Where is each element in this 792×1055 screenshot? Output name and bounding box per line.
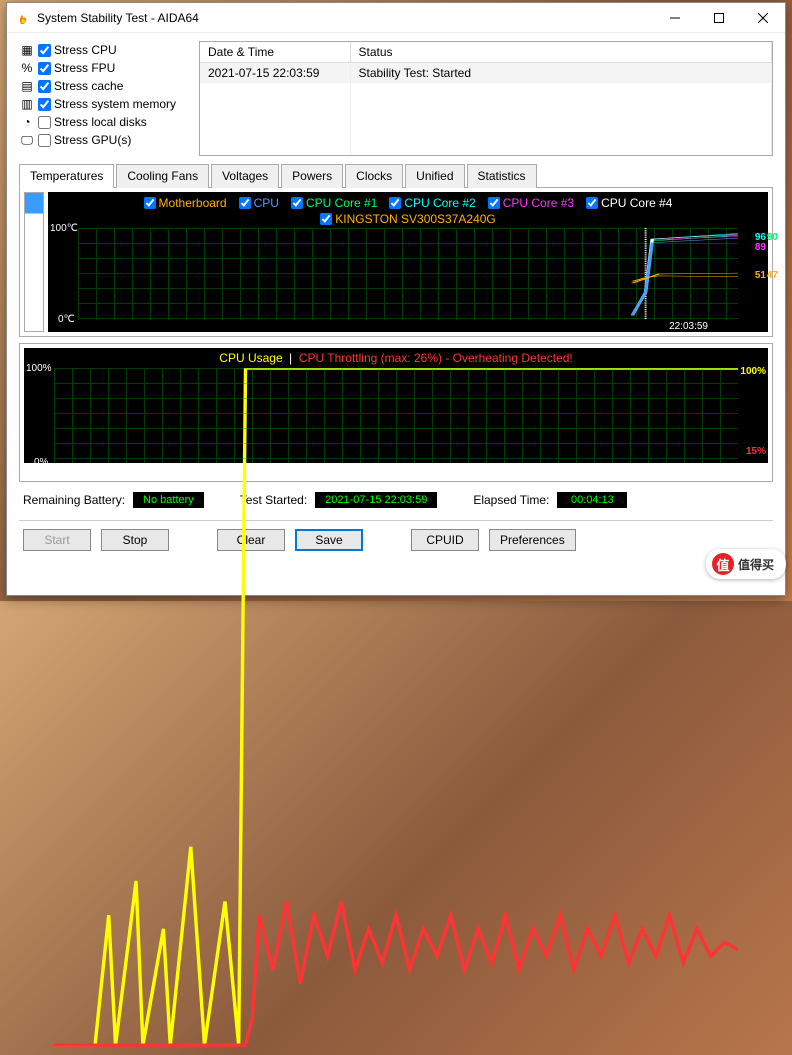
cpu-usage-label: CPU Usage — [219, 351, 282, 365]
stress-option-5[interactable]: 🖵 Stress GPU(s) — [19, 131, 189, 149]
stress-checkbox[interactable] — [38, 62, 51, 75]
usage-chart-panel: CPU Usage | CPU Throttling (max: 26%) - … — [19, 343, 773, 482]
time-marker: 22:03:59 — [669, 321, 708, 332]
usage-plot — [54, 368, 738, 1052]
watermark: 值 值得买 — [706, 549, 786, 579]
legend-item[interactable]: CPU Core #1 — [291, 196, 377, 210]
legend-checkbox[interactable] — [488, 197, 500, 209]
watermark-text: 值得买 — [738, 556, 774, 573]
legend-checkbox[interactable] — [144, 197, 156, 209]
legend-label: CPU — [254, 196, 279, 210]
app-window: System Stability Test - AIDA64 ▦ Stress C… — [6, 2, 786, 596]
tab-unified[interactable]: Unified — [405, 164, 464, 188]
stress-option-2[interactable]: ▤ Stress cache — [19, 77, 189, 95]
tab-powers[interactable]: Powers — [281, 164, 343, 188]
legend-item[interactable]: CPU Core #3 — [488, 196, 574, 210]
log-header-datetime[interactable]: Date & Time — [200, 42, 350, 63]
legend-label: CPU Core #2 — [404, 196, 475, 210]
stress-icon: % — [19, 60, 35, 76]
stress-option-3[interactable]: ▥ Stress system memory — [19, 95, 189, 113]
stress-label: Stress GPU(s) — [54, 133, 131, 147]
app-icon — [15, 10, 31, 26]
temperature-chart: Motherboard CPU CPU Core #1 CPU Core #2 CPU … — [48, 192, 768, 332]
readout-value: 89 — [755, 242, 766, 253]
tab-clocks[interactable]: Clocks — [345, 164, 403, 188]
legend-label: CPU Core #1 — [306, 196, 377, 210]
tab-statistics[interactable]: Statistics — [467, 164, 537, 188]
y-axis-bottom: 0℃ — [58, 314, 75, 325]
stress-option-1[interactable]: % Stress FPU — [19, 59, 189, 77]
legend-checkbox[interactable] — [291, 197, 303, 209]
stress-option-4[interactable]: ◔ Stress local disks — [19, 113, 189, 131]
temp-legend: Motherboard CPU CPU Core #1 CPU Core #2 CPU … — [48, 192, 768, 212]
tab-bar: TemperaturesCooling FansVoltagesPowersCl… — [19, 164, 773, 188]
stress-label: Stress local disks — [54, 115, 147, 129]
legend-checkbox[interactable] — [320, 213, 332, 225]
sensor-selector[interactable] — [24, 192, 44, 332]
legend-checkbox[interactable] — [239, 197, 251, 209]
stress-icon: ▥ — [19, 96, 35, 112]
close-button[interactable] — [741, 3, 785, 32]
log-row[interactable]: 2021-07-15 22:03:59Stability Test: Start… — [200, 63, 772, 84]
minimize-button[interactable] — [653, 3, 697, 32]
window-title: System Stability Test - AIDA64 — [37, 11, 653, 25]
y-axis-top: 100℃ — [50, 223, 78, 234]
stress-label: Stress system memory — [54, 97, 176, 111]
maximize-button[interactable] — [697, 3, 741, 32]
legend-item[interactable]: KINGSTON SV300S37A240G — [320, 212, 496, 226]
readout-value: 100% — [740, 366, 766, 377]
usage-chart: CPU Usage | CPU Throttling (max: 26%) - … — [24, 348, 768, 463]
stress-checkbox[interactable] — [38, 44, 51, 57]
temp-legend-row2: KINGSTON SV300S37A240G — [48, 212, 768, 228]
stress-options: ▦ Stress CPU% Stress FPU ▤ Stress cache ▥ Stre… — [19, 41, 189, 156]
stress-label: Stress cache — [54, 79, 123, 93]
watermark-logo-icon: 值 — [712, 553, 734, 575]
stress-checkbox[interactable] — [38, 80, 51, 93]
readout-value: 47 — [767, 270, 778, 281]
legend-checkbox[interactable] — [586, 197, 598, 209]
legend-item[interactable]: Motherboard — [144, 196, 227, 210]
stress-icon: ◔ — [19, 114, 35, 130]
legend-item[interactable]: CPU Core #4 — [586, 196, 672, 210]
legend-label: CPU Core #3 — [503, 196, 574, 210]
y2-bottom: 0% — [34, 457, 48, 468]
readout-value: 90 — [767, 232, 778, 243]
stress-icon: ▤ — [19, 78, 35, 94]
readout-value: 51 — [755, 270, 766, 281]
stress-label: Stress FPU — [54, 61, 115, 75]
tab-voltages[interactable]: Voltages — [211, 164, 279, 188]
stress-icon: 🖵 — [19, 132, 35, 148]
stress-icon: ▦ — [19, 42, 35, 58]
legend-label: CPU Core #4 — [601, 196, 672, 210]
event-log[interactable]: Date & Time Status 2021-07-15 22:03:59St… — [199, 41, 773, 156]
temp-plot — [78, 228, 738, 320]
legend-label: Motherboard — [159, 196, 227, 210]
legend-item[interactable]: CPU Core #2 — [389, 196, 475, 210]
legend-checkbox[interactable] — [389, 197, 401, 209]
legend-item[interactable]: CPU — [239, 196, 279, 210]
stress-label: Stress CPU — [54, 43, 117, 57]
log-header-status[interactable]: Status — [350, 42, 772, 63]
tab-temperatures[interactable]: Temperatures — [19, 164, 114, 188]
stress-checkbox[interactable] — [38, 116, 51, 129]
stress-option-0[interactable]: ▦ Stress CPU — [19, 41, 189, 59]
stress-checkbox[interactable] — [38, 134, 51, 147]
y2-top: 100% — [26, 363, 52, 374]
log-cell-status: Stability Test: Started — [350, 63, 772, 84]
stress-checkbox[interactable] — [38, 98, 51, 111]
log-cell-datetime: 2021-07-15 22:03:59 — [200, 63, 350, 84]
cpu-throttling-label: CPU Throttling (max: 26%) - Overheating … — [299, 351, 573, 365]
temperature-chart-panel: Motherboard CPU CPU Core #1 CPU Core #2 CPU … — [19, 188, 773, 337]
tab-cooling-fans[interactable]: Cooling Fans — [116, 164, 209, 188]
legend-label: KINGSTON SV300S37A240G — [335, 212, 496, 226]
titlebar[interactable]: System Stability Test - AIDA64 — [7, 3, 785, 33]
readout-value: 15% — [746, 446, 766, 457]
